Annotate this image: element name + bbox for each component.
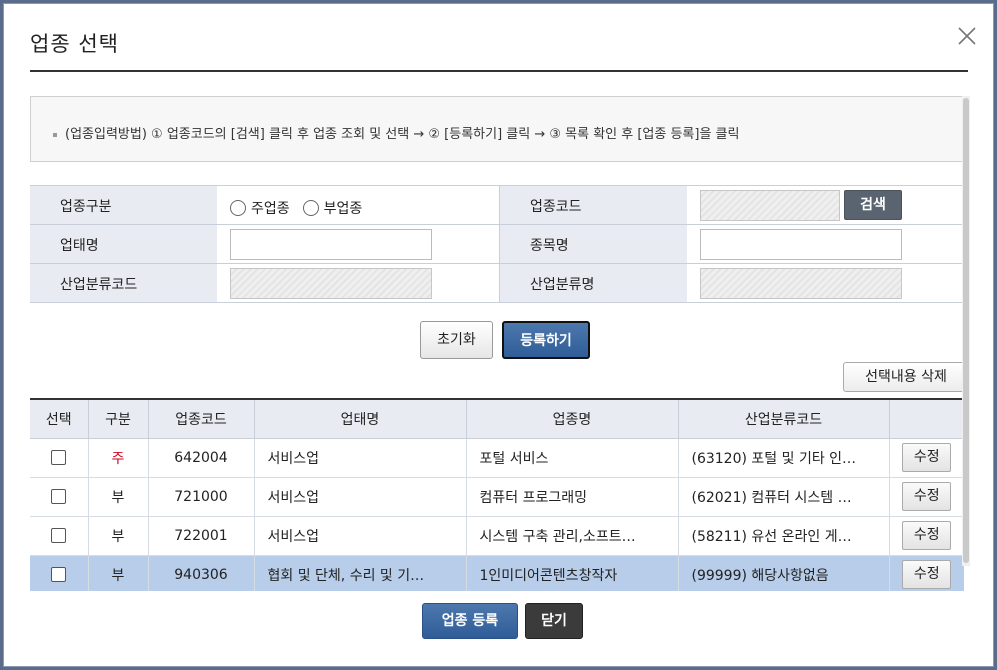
code-label: 업종코드 xyxy=(499,186,687,224)
main-type-radio[interactable] xyxy=(230,200,246,216)
delete-selected-button[interactable]: 선택내용 삭제 xyxy=(843,362,969,392)
row-business: 서비스업 xyxy=(254,516,467,556)
input-instruction-notice: (업종입력방법) ① 업종코드의 [검색] 클릭 후 업종 조회 및 선택 → … xyxy=(30,96,964,162)
notice-text: (업종입력방법) ① 업종코드의 [검색] 클릭 후 업종 조회 및 선택 → … xyxy=(65,127,740,142)
industry-name-label: 산업분류명 xyxy=(499,264,687,302)
business-register-button[interactable]: 업종 등록 xyxy=(422,603,518,639)
search-button[interactable]: 검색 xyxy=(844,190,902,220)
table-row[interactable]: 부 722001 서비스업 시스템 구축 관리,소프트… (58211) 유선 … xyxy=(30,516,964,556)
table-row[interactable]: 주 642004 서비스업 포털 서비스 (63120) 포털 및 기타 인… … xyxy=(30,438,964,478)
col-code: 업종코드 xyxy=(148,399,255,439)
row-checkbox[interactable] xyxy=(51,489,67,504)
business-type-dialog: 업종 선택 (업종입력방법) ① 업종코드의 [검색] 클릭 후 업종 조회 및… xyxy=(3,3,994,667)
business-type-table: 선택 구분 업종코드 업태명 업종명 산업분류코드 주 642004 서비스업 … xyxy=(30,398,964,591)
bullet-icon xyxy=(53,132,57,137)
row-code: 642004 xyxy=(148,438,255,478)
sub-type-label[interactable]: 부업종 xyxy=(324,198,363,218)
reset-button[interactable]: 초기화 xyxy=(420,321,493,359)
type-label: 업종구분 xyxy=(30,186,217,224)
row-code: 721000 xyxy=(148,477,255,517)
item-label: 종목명 xyxy=(499,225,687,263)
business-name-input[interactable] xyxy=(230,229,432,260)
edit-button[interactable]: 수정 xyxy=(902,482,952,511)
row-name: 1인미디어콘텐츠창작자 xyxy=(466,555,679,591)
vertical-scrollbar[interactable] xyxy=(962,96,970,566)
row-business: 협회 및 단체, 수리 및 기… xyxy=(254,555,467,591)
row-industry: (63120) 포털 및 기타 인… xyxy=(678,438,890,478)
edit-button[interactable]: 수정 xyxy=(902,443,952,472)
row-checkbox[interactable] xyxy=(51,450,67,465)
row-business: 서비스업 xyxy=(254,477,467,517)
close-icon[interactable] xyxy=(954,23,980,49)
scrollbar-thumb[interactable] xyxy=(963,98,969,563)
col-type: 구분 xyxy=(88,399,149,439)
table-row[interactable]: 부 721000 서비스업 컴퓨터 프로그래밍 (62021) 컴퓨터 시스템 … xyxy=(30,477,964,517)
row-type: 부 xyxy=(88,555,149,591)
search-form: 업종구분 주업종 부업종 업종코드 검색 업태명 종목명 산업분류코드 산업분류… xyxy=(30,185,964,303)
title-divider xyxy=(30,70,968,72)
business-label: 업태명 xyxy=(30,225,217,263)
row-type: 부 xyxy=(88,477,149,517)
row-name: 포털 서비스 xyxy=(466,438,679,478)
row-industry: (62021) 컴퓨터 시스템 … xyxy=(678,477,890,517)
dialog-title: 업종 선택 xyxy=(30,32,119,56)
item-name-input[interactable] xyxy=(700,229,902,260)
col-select: 선택 xyxy=(30,399,89,439)
register-button[interactable]: 등록하기 xyxy=(502,321,590,359)
row-type: 부 xyxy=(88,516,149,556)
row-business: 서비스업 xyxy=(254,438,467,478)
main-type-label[interactable]: 주업종 xyxy=(251,198,290,218)
col-name: 업종명 xyxy=(466,399,679,439)
row-checkbox[interactable] xyxy=(51,567,67,582)
business-code-field xyxy=(700,190,840,221)
edit-button[interactable]: 수정 xyxy=(902,521,952,550)
col-edit xyxy=(889,399,964,439)
industry-code-field xyxy=(230,268,432,299)
edit-button[interactable]: 수정 xyxy=(902,560,952,589)
row-type: 주 xyxy=(88,438,149,478)
row-name: 컴퓨터 프로그래밍 xyxy=(466,477,679,517)
col-industry: 산업분류코드 xyxy=(678,399,890,439)
row-industry: (99999) 해당사항없음 xyxy=(678,555,890,591)
row-industry: (58211) 유선 온라인 게… xyxy=(678,516,890,556)
dialog-content[interactable]: (업종입력방법) ① 업종코드의 [검색] 클릭 후 업종 조회 및 선택 → … xyxy=(30,96,970,591)
industry-name-field xyxy=(700,268,902,299)
table-row[interactable]: 부 940306 협회 및 단체, 수리 및 기… 1인미디어콘텐츠창작자 (9… xyxy=(30,555,964,591)
close-button[interactable]: 닫기 xyxy=(525,603,583,639)
row-checkbox[interactable] xyxy=(51,528,67,543)
row-code: 722001 xyxy=(148,516,255,556)
sub-type-radio[interactable] xyxy=(302,200,319,216)
col-business: 업태명 xyxy=(254,399,467,439)
row-name: 시스템 구축 관리,소프트… xyxy=(466,516,679,556)
industry-code-label: 산업분류코드 xyxy=(30,264,217,302)
row-code: 940306 xyxy=(148,555,255,591)
